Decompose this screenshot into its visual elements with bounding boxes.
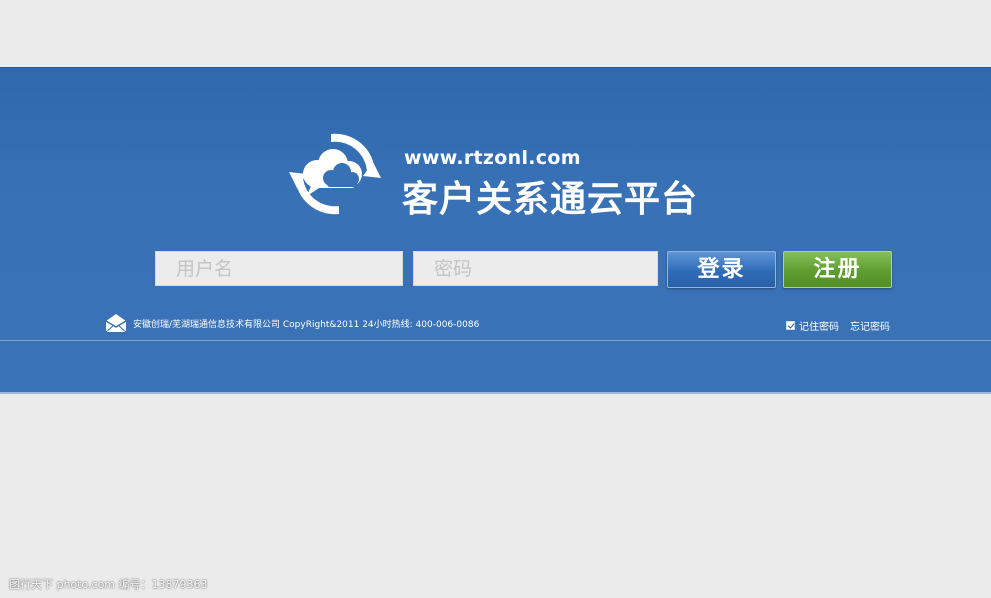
login-page: www.rtzonl.com 客户关系通云平台 登录 注册 安徽创瑞/芜湖瑞通信… [0, 0, 991, 598]
copyright-text: 安徽创瑞/芜湖瑞通信息技术有限公司 CopyRight&2011 24小时热线:… [133, 319, 480, 330]
register-button[interactable]: 注册 [783, 251, 892, 288]
header-band [0, 67, 991, 394]
login-options: 记住密码 忘记密码 [786, 318, 890, 333]
site-url[interactable]: www.rtzonl.com [404, 147, 581, 169]
remember-checkbox[interactable] [786, 321, 795, 330]
forgot-password-link[interactable]: 忘记密码 [850, 318, 890, 333]
cloud-refresh-icon [289, 133, 381, 215]
page-title: 客户关系通云平台 [402, 179, 699, 220]
footer-info: 安徽创瑞/芜湖瑞通信息技术有限公司 CopyRight&2011 24小时热线:… [104, 313, 479, 333]
password-input[interactable] [413, 251, 658, 286]
band-divider [0, 340, 991, 341]
mail-icon [105, 314, 127, 333]
remember-label[interactable]: 记住密码 [799, 318, 839, 333]
watermark: 图行天下 photo.com 编号：13879363 [9, 578, 208, 591]
username-input[interactable] [155, 251, 403, 286]
login-button[interactable]: 登录 [667, 251, 776, 288]
